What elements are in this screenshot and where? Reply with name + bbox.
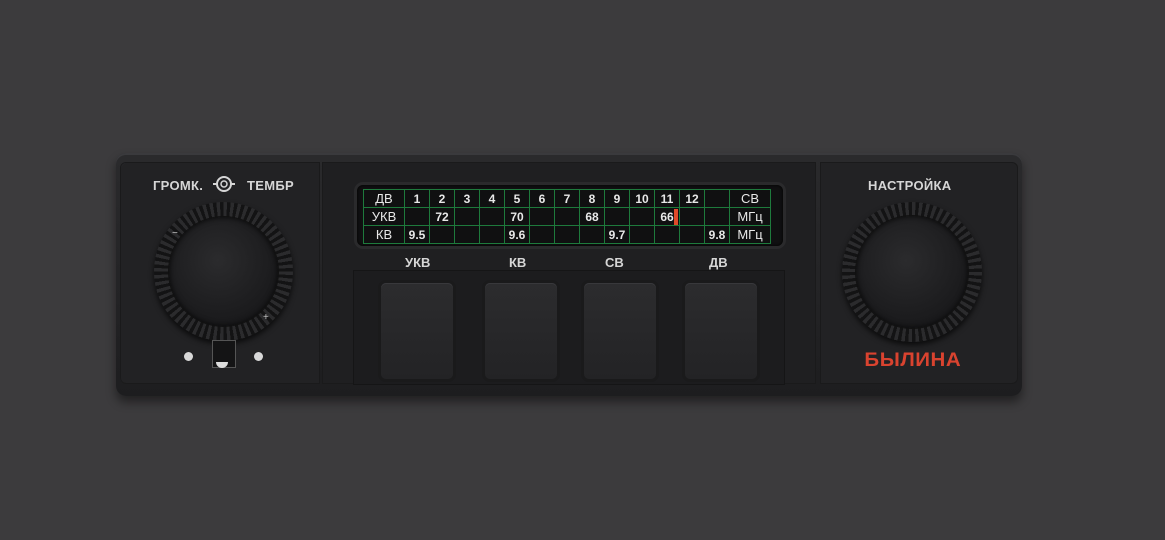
tuning-label: НАСТРОЙКА bbox=[868, 178, 952, 193]
dial-band-label: УКВ bbox=[363, 207, 405, 226]
dial-scale-mark bbox=[679, 207, 705, 226]
dial-scale-mark bbox=[454, 225, 480, 244]
dial-scale-mark: 9.8 bbox=[704, 225, 730, 244]
dial-band-label: ДВ bbox=[363, 189, 405, 208]
volume-label: ГРОМК. bbox=[153, 178, 204, 193]
dial-scale-mark: 9.7 bbox=[604, 225, 630, 244]
dial-row: ДВ 1 2 3 4 5 6 7 8 9 10 11 12 СВ bbox=[363, 189, 771, 208]
dial-scale-mark: 8 bbox=[579, 189, 605, 208]
band-button-sv[interactable] bbox=[584, 283, 656, 379]
button-label-ukv: УКВ bbox=[405, 255, 431, 270]
dial-scale-mark: 10 bbox=[629, 189, 655, 208]
dial-scale-mark bbox=[479, 225, 505, 244]
dial-band-label: КВ bbox=[363, 225, 405, 244]
dial-scale-mark: 12 bbox=[679, 189, 705, 208]
dial-scale-mark bbox=[704, 207, 730, 226]
dial-scale-mark: 5 bbox=[504, 189, 530, 208]
dial-scale-mark bbox=[704, 189, 730, 208]
dial-scale: ДВ 1 2 3 4 5 6 7 8 9 10 11 12 СВ УКВ 72 70 68 66 МГц КВ 9.5 9.… bbox=[363, 189, 771, 244]
dial-scale-mark: 68 bbox=[579, 207, 605, 226]
dial-scale-mark: 2 bbox=[429, 189, 455, 208]
dial-scale-mark bbox=[679, 225, 705, 244]
volume-knob-cap bbox=[169, 217, 278, 326]
dial-scale-mark: 11 bbox=[654, 189, 680, 208]
dial-row: УКВ 72 70 68 66 МГц bbox=[363, 207, 771, 226]
dial-scale-mark bbox=[654, 225, 680, 244]
dial-scale-mark bbox=[454, 207, 480, 226]
dial-scale-mark bbox=[604, 207, 630, 226]
dial-scale-mark bbox=[629, 207, 655, 226]
dial-scale-mark: 3 bbox=[454, 189, 480, 208]
dial-scale-mark bbox=[479, 207, 505, 226]
dial-unit-label: СВ bbox=[729, 189, 771, 208]
dial-scale-mark bbox=[554, 225, 580, 244]
dial-scale-mark bbox=[579, 225, 605, 244]
volume-tone-knob[interactable] bbox=[154, 202, 293, 341]
button-label-dv: ДВ bbox=[709, 255, 728, 270]
dial-scale-mark: 70 bbox=[504, 207, 530, 226]
dial-scale-mark: 9 bbox=[604, 189, 630, 208]
dial-scale-mark bbox=[529, 207, 555, 226]
tuning-knob-cap bbox=[856, 216, 968, 328]
dial-scale-mark bbox=[529, 225, 555, 244]
tuning-pointer bbox=[674, 209, 678, 225]
dial-scale-mark bbox=[629, 225, 655, 244]
dial-row: КВ 9.5 9.6 9.7 9.8 МГц bbox=[363, 225, 771, 244]
band-button-kv[interactable] bbox=[485, 283, 557, 379]
band-button-dv[interactable] bbox=[685, 283, 757, 379]
left-indicator-dot bbox=[184, 352, 193, 361]
right-indicator-dot bbox=[254, 352, 263, 361]
brand-logo: БЫЛИНА bbox=[864, 350, 962, 371]
button-label-kv: КВ bbox=[509, 255, 527, 270]
button-label-sv: СВ bbox=[605, 255, 624, 270]
dial-scale-mark bbox=[404, 207, 430, 226]
knob-symbol-icon bbox=[213, 176, 235, 192]
dial-scale-mark: 9.6 bbox=[504, 225, 530, 244]
dial-scale-mark bbox=[429, 225, 455, 244]
tone-label: ТЕМБР bbox=[247, 178, 294, 193]
dial-scale-mark: 1 bbox=[404, 189, 430, 208]
dial-unit-label: МГц bbox=[729, 225, 771, 244]
dial-scale-mark: 4 bbox=[479, 189, 505, 208]
dial-scale-mark: 7 bbox=[554, 189, 580, 208]
dial-scale-mark bbox=[554, 207, 580, 226]
plus-mark-icon: + bbox=[263, 312, 269, 323]
minus-mark-icon: − bbox=[172, 228, 178, 239]
dial-scale-mark: 9.5 bbox=[404, 225, 430, 244]
dial-scale-mark: 6 bbox=[529, 189, 555, 208]
tuning-knob[interactable] bbox=[842, 202, 982, 342]
dial-scale-mark: 72 bbox=[429, 207, 455, 226]
dial-unit-label: МГц bbox=[729, 207, 771, 226]
band-button-ukv[interactable] bbox=[381, 283, 453, 379]
tuning-dial: ДВ 1 2 3 4 5 6 7 8 9 10 11 12 СВ УКВ 72 70 68 66 МГц КВ 9.5 9.… bbox=[357, 185, 783, 246]
